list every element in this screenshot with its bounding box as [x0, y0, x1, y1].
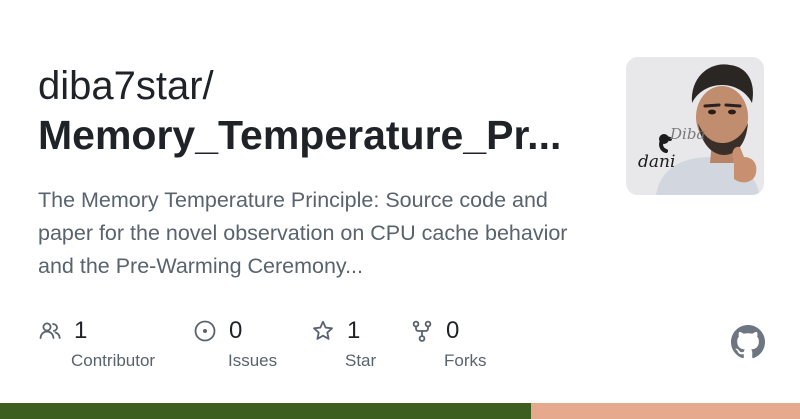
- avatar-photo: Diba dani: [626, 57, 764, 195]
- github-logo-icon[interactable]: [731, 325, 765, 359]
- language-bar-segment-2: [531, 403, 800, 419]
- issues-label: Issues: [228, 351, 278, 370]
- stat-issues[interactable]: 0 Issues: [193, 316, 277, 373]
- contributors-count: 1: [74, 317, 88, 344]
- people-icon: [39, 322, 61, 339]
- stars-label: Star: [345, 351, 377, 370]
- stat-forks[interactable]: 0 Forks: [410, 316, 487, 373]
- issue-opened-icon: [194, 320, 216, 342]
- contributors-label: Contributor: [71, 351, 156, 370]
- owner-avatar[interactable]: Diba dani: [626, 57, 764, 195]
- repo-description: The Memory Temperature Principle: Source…: [38, 188, 568, 278]
- issues-count: 0: [229, 317, 243, 344]
- forks-label: Forks: [444, 351, 487, 370]
- forks-count: 0: [446, 317, 460, 344]
- repo-forked-icon: [412, 320, 432, 342]
- stat-stars[interactable]: 1 Star: [311, 316, 376, 373]
- language-bar-segment-1: [0, 403, 531, 419]
- stars-count: 1: [347, 317, 361, 344]
- repo-owner[interactable]: diba7star/: [38, 62, 214, 110]
- repo-name[interactable]: Memory_Temperature_Pr...: [38, 110, 578, 160]
- stat-contributors[interactable]: 1 Contributor: [38, 316, 155, 373]
- star-icon: [313, 320, 333, 340]
- avatar-logo-text-bottom: dani: [638, 152, 675, 172]
- avatar-logo-text-top: Diba: [669, 125, 705, 143]
